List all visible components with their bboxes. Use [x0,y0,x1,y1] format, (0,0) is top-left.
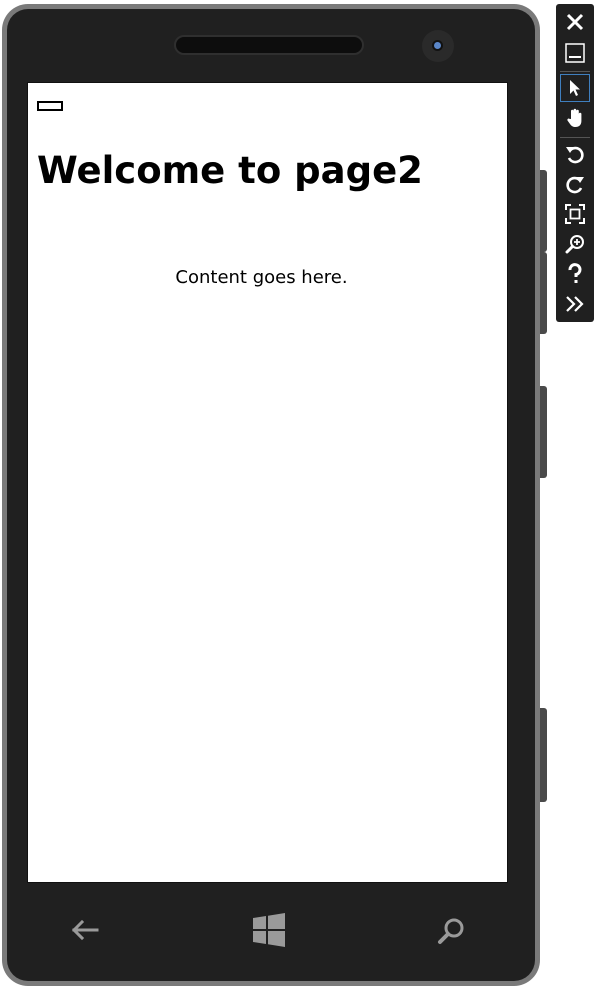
rotate-right-icon[interactable] [560,170,590,198]
camera-button[interactable] [540,708,547,802]
toolbar-divider [560,137,590,138]
content-text: Content goes here. [175,267,348,288]
front-camera [422,30,454,62]
power-button[interactable] [540,386,547,478]
fit-screen-icon[interactable] [560,200,590,228]
page-title: Welcome to page2 [37,149,423,192]
windows-icon[interactable] [252,913,286,947]
minimize-icon[interactable] [560,39,590,67]
zoom-icon[interactable] [560,230,590,258]
back-icon[interactable] [70,915,100,945]
hand-icon[interactable] [560,104,590,132]
earpiece-speaker [174,35,364,55]
help-icon[interactable] [560,260,590,288]
volume-down-button[interactable] [540,252,547,334]
phone-screen: Welcome to page2 Content goes here. [27,82,508,883]
pointer-icon[interactable] [560,74,590,102]
search-icon[interactable] [436,916,466,946]
rotate-left-icon[interactable] [560,140,590,168]
more-icon[interactable] [560,290,590,318]
emulator-toolbar [556,4,594,322]
toolbar-divider [560,71,590,72]
volume-up-button[interactable] [540,170,547,252]
back-button-placeholder[interactable] [37,101,63,111]
close-icon[interactable] [560,8,590,36]
